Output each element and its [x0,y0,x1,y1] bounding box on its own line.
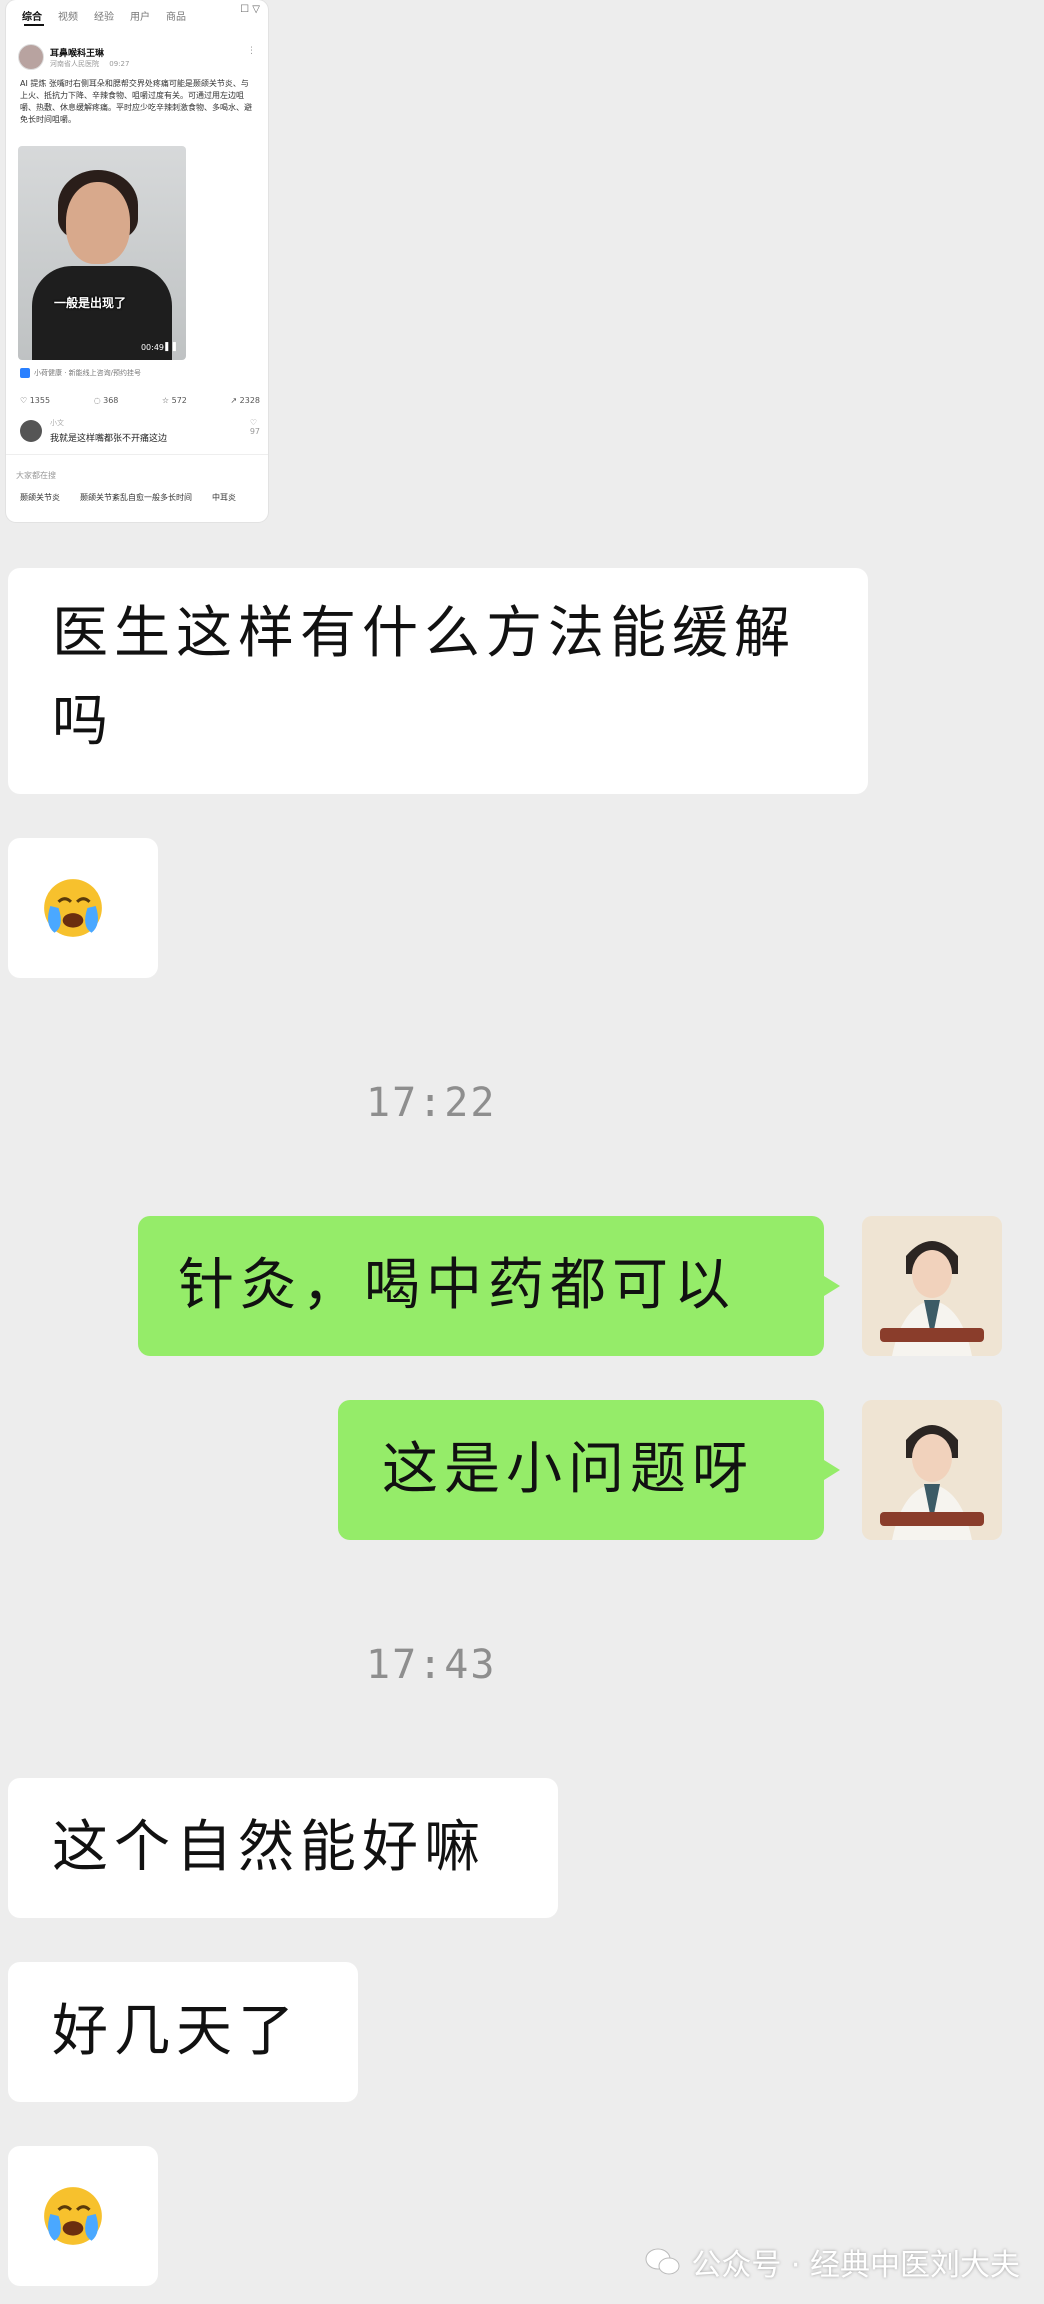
like-stat: ♡ 1355 [20,396,50,405]
message-bubble-right[interactable]: 这是小问题呀 [338,1400,840,1540]
suggest-item: 颞颌关节紊乱自愈一般多长时间 [80,493,192,502]
message-text: 好几天了 [52,1999,300,2064]
message-bubble-left[interactable]: 好几天了 [8,1962,358,2102]
heart-icon: ♡ [20,396,28,405]
suggest-item: 颞颌关节炎 [20,493,60,502]
mini-app-icon [20,368,30,378]
divider [6,454,268,455]
share-stat: ↗ 2328 [230,396,260,405]
message-text: 医生这样有什么方法能缓解吗 [52,601,796,754]
author-avatar [18,44,44,70]
video-caption: 一般是出现了 [54,296,127,310]
doctor-avatar[interactable] [862,1216,1002,1356]
tab-video: 视频 [58,11,78,23]
comment-text: 我就是这样嘴都张不开痛这边 [50,434,168,444]
favorite-stat: ☆ 572 [162,396,187,405]
share-icon: ↗ [230,396,238,405]
author-org: 河南省人民医院 [50,60,99,68]
favorite-count: 572 [171,396,187,405]
doctor-avatar[interactable] [862,1400,1002,1540]
suggest-row: 颞颌关节炎 颞颌关节紊乱自愈一般多长时间 中耳炎 [20,492,268,503]
star-icon: ☆ [161,396,170,405]
wechat-icon [645,2248,680,2275]
author-name: 耳鼻喉科王琳 [50,49,105,59]
comment-count: 368 [103,396,119,405]
tab-goods: 商品 [166,11,186,23]
mini-app-link: 小荷健康 · 新能线上咨询/预约挂号 [20,368,141,378]
crying-emoji-icon [44,879,102,937]
suggest-item: 中耳炎 [212,493,236,502]
message-bubble-left[interactable] [8,838,158,978]
commenter-avatar [20,420,42,442]
video-thumbnail: 一般是出现了 00:49 ❚❚ [18,146,186,360]
message-text: 这是小问题呀 [382,1437,754,1502]
tab-underline [24,24,44,26]
message-text: 这个自然能好嘛 [52,1815,486,1880]
commenter-name: 小文 [50,419,64,427]
message-bubble-left[interactable]: 这个自然能好嘛 [8,1778,558,1918]
suggest-header: 大家都在搜 [16,471,56,480]
post-time: 09:27 [109,60,130,68]
post-stats: ♡ 1355 ◌ 368 ☆ 572 ↗ 2328 [20,396,260,405]
author-meta: 河南省人民医院 09:27 [50,59,129,69]
tab-experience: 经验 [94,11,114,23]
watermark-text: 公众号 · 经典中医刘大夫 [691,2248,1020,2283]
doctor-avatar-illustration [862,1400,1002,1540]
video-person-face [66,182,130,264]
message-text: 针灸，喝中药都可以 [178,1253,736,1318]
message-bubble-left[interactable] [8,2146,158,2286]
filter-icon: ☐ ▽ [240,4,260,15]
share-count: 2328 [239,396,260,405]
timestamp: 17:43 [366,1642,497,1688]
mini-app-label: 小荷健康 · 新能线上咨询/预约挂号 [34,369,142,377]
tab-all: 综合 [22,11,42,23]
shared-screenshot-image[interactable]: 综合 视频 经验 用户 商品 ☐ ▽ 耳鼻喉科王琳 河南省人民医院 09:27 … [6,0,268,522]
post-summary: AI 提炼 张嘴时右侧耳朵和腮帮交界处疼痛可能是颞颌关节炎、与上火、抵抗力下降、… [20,79,252,124]
comment-like-count: 97 [249,427,260,436]
more-icon: ⋮ [247,46,256,56]
comment-icon: ◌ [93,396,101,405]
like-count: 1355 [29,396,51,405]
tab-users: 用户 [130,11,150,23]
doctor-avatar-illustration [862,1216,1002,1356]
comment-stat: ◌ 368 [94,396,119,405]
video-duration: 00:49 [140,343,164,352]
search-tabs: 综合 视频 经验 用户 商品 [6,4,268,26]
message-bubble-left[interactable]: 医生这样有什么方法能缓解吗 [8,568,868,794]
heart-icon: ♡ [249,418,257,427]
pause-icon: ❚❚ [162,342,178,352]
message-bubble-right[interactable]: 针灸，喝中药都可以 [138,1216,840,1356]
crying-emoji-icon [44,2187,102,2245]
watermark: 公众号 · 经典中医刘大夫 [645,2240,1020,2284]
timestamp: 17:22 [366,1080,497,1126]
comment-like: ♡ 97 [250,418,260,436]
